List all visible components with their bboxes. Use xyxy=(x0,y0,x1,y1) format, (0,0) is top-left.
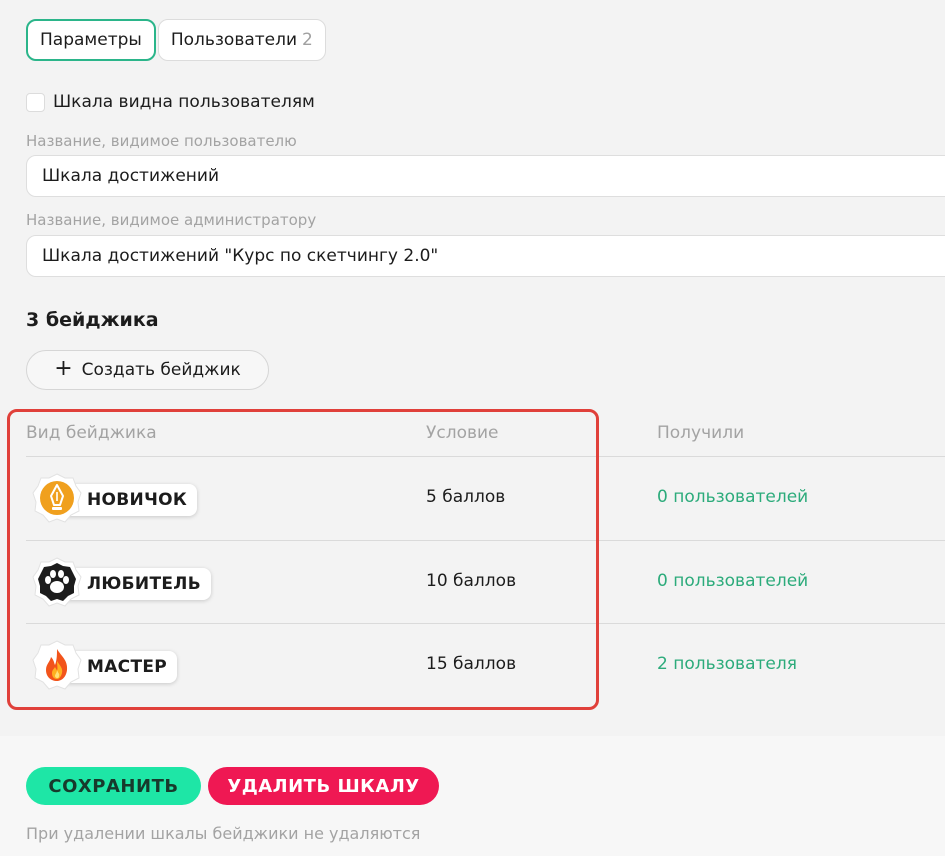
admin-name-input[interactable]: Шкала достижений "Курс по скетчингу 2.0" xyxy=(26,235,945,277)
header-received: Получили xyxy=(657,423,745,443)
row-divider xyxy=(26,623,945,624)
tab-parameters-label: Параметры xyxy=(40,30,142,50)
delete-note: При удалении шкалы бейджики не удаляются xyxy=(26,824,421,843)
plus-icon: + xyxy=(54,356,73,381)
header-badge-type: Вид бейджика xyxy=(26,423,157,443)
tab-users-count: 2 xyxy=(302,30,313,50)
flame-icon xyxy=(31,639,83,691)
tab-parameters[interactable]: Параметры xyxy=(26,19,156,61)
tab-users-label: Пользователи xyxy=(170,30,298,50)
user-name-value: Шкала достижений xyxy=(42,166,219,186)
badge-novice[interactable]: НОВИЧОК xyxy=(31,472,198,524)
visibility-row: Шкала видна пользователям xyxy=(26,92,315,112)
badges-count-title: 3 бейджика xyxy=(26,309,159,331)
user-name-label: Название, видимое пользователю xyxy=(26,132,297,150)
fountain-pen-icon xyxy=(31,472,83,524)
header-condition: Условие xyxy=(426,423,499,443)
row-divider xyxy=(26,456,945,457)
admin-name-label: Название, видимое администратору xyxy=(26,211,317,229)
received-novice-link[interactable]: 0 пользователей xyxy=(657,487,808,507)
row-divider xyxy=(26,540,945,541)
received-amateur-link[interactable]: 0 пользователей xyxy=(657,571,808,591)
paw-icon xyxy=(31,556,83,608)
user-name-input[interactable]: Шкала достижений xyxy=(26,155,945,197)
delete-scale-button[interactable]: УДАЛИТЬ ШКАЛУ xyxy=(208,767,439,805)
condition-master: 15 баллов xyxy=(426,654,517,674)
condition-novice: 5 баллов xyxy=(426,487,506,507)
received-master-link[interactable]: 2 пользователя xyxy=(657,654,797,674)
badge-master[interactable]: МАСТЕР xyxy=(31,639,178,691)
create-badge-button[interactable]: + Создать бейджик xyxy=(26,350,269,390)
badge-amateur[interactable]: ЛЮБИТЕЛЬ xyxy=(31,556,211,608)
save-button[interactable]: СОХРАНИТЬ xyxy=(26,767,201,805)
create-badge-label: Создать бейджик xyxy=(81,360,241,380)
tab-bar: Параметры Пользователи 2 xyxy=(26,19,326,61)
condition-amateur: 10 баллов xyxy=(426,571,517,591)
visibility-checkbox[interactable] xyxy=(26,92,45,112)
visibility-label[interactable]: Шкала видна пользователям xyxy=(53,92,315,112)
admin-name-value: Шкала достижений "Курс по скетчингу 2.0" xyxy=(42,246,439,266)
tab-users[interactable]: Пользователи 2 xyxy=(157,19,326,61)
